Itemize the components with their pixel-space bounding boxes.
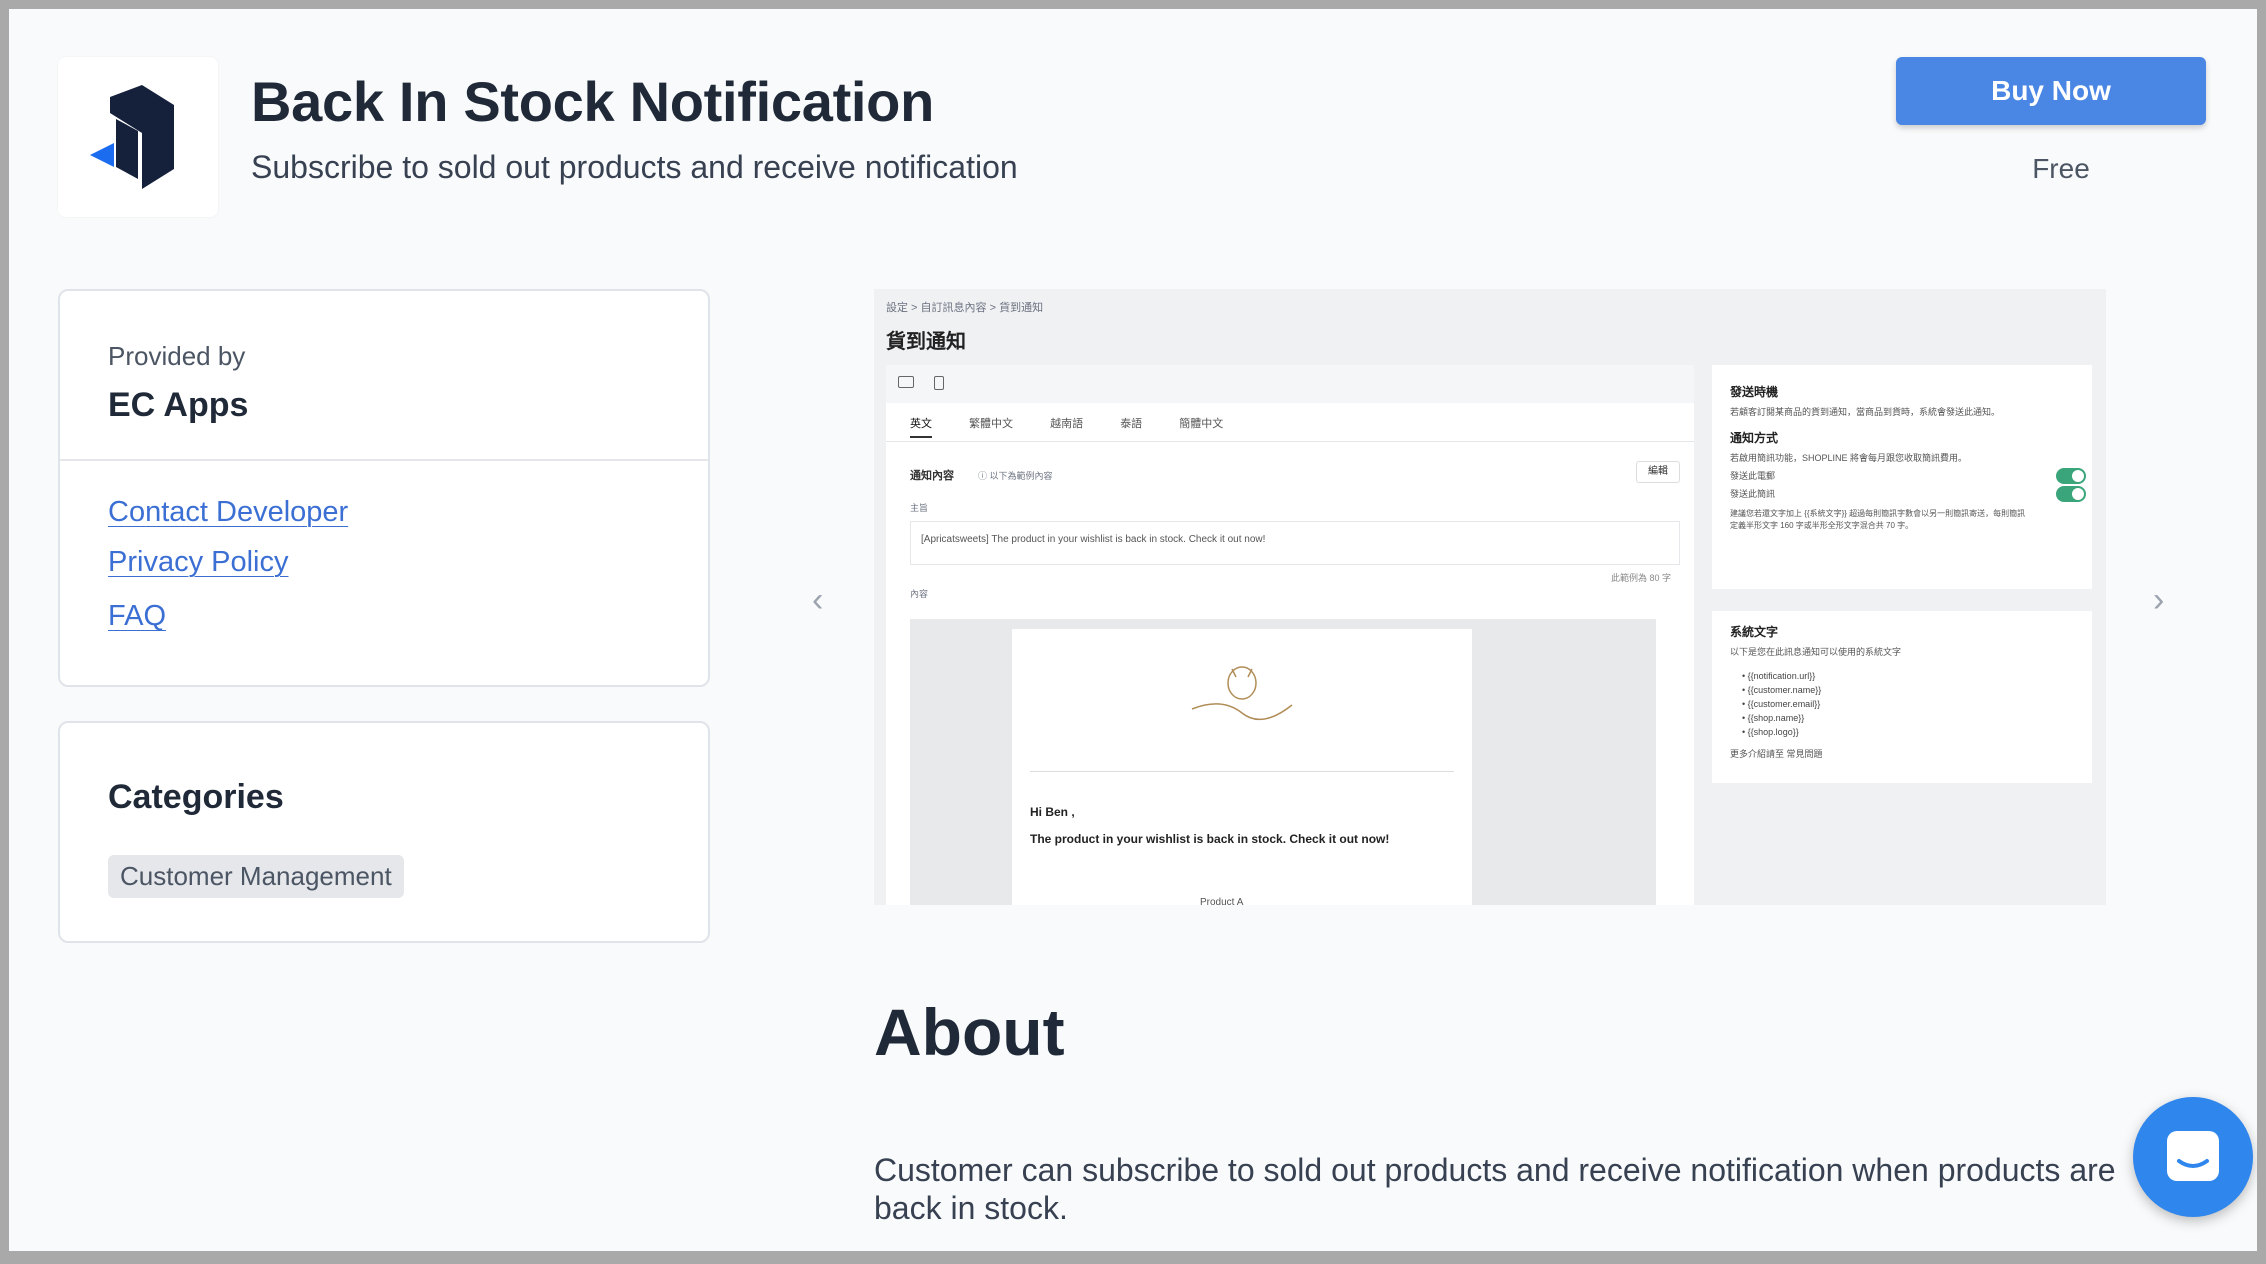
preview-char-count: 此範例為 80 字 <box>1611 573 1672 583</box>
system-text-title: 系統文字 <box>1730 625 1779 639</box>
email-product-name: Product A <box>1200 897 1244 905</box>
sms-toggle <box>2056 486 2086 502</box>
variable-item: {{notification.url}} <box>1742 669 1821 683</box>
preview-subject-box: [Apricatsweets] The product in your wish… <box>910 521 1680 565</box>
categories-card: Categories Customer Management <box>58 721 710 943</box>
mail-icon <box>898 376 914 388</box>
category-tag[interactable]: Customer Management <box>108 855 404 898</box>
app-logo <box>58 57 218 217</box>
email-body-text: The product in your wishlist is back in … <box>1030 832 1390 846</box>
system-text-desc: 以下是您在此訊息通知可以使用的系統文字 <box>1730 647 1902 657</box>
more-info-text: 更多介紹請至 常見問題 <box>1730 749 1823 759</box>
variable-item: {{customer.name}} <box>1742 683 1822 697</box>
lang-tab: 泰語 <box>1120 418 1143 430</box>
preview-breadcrumb: 設定 > 自訂訊息內容 > 貨到通知 <box>886 302 1044 314</box>
about-body: Customer can subscribe to sold out produ… <box>874 1152 2116 1226</box>
contact-developer-link[interactable]: Contact Developer <box>108 496 348 529</box>
app-subtitle: Subscribe to sold out products and recei… <box>251 149 1018 185</box>
app-title: Back In Stock Notification <box>251 70 934 133</box>
lang-tab: 簡體中文 <box>1179 418 1224 430</box>
email-preview-card: Hi Ben , The product in your wishlist is… <box>1012 629 1472 905</box>
preview-channel-tabs <box>886 365 1694 403</box>
preview-body-label: 內容 <box>910 589 929 599</box>
privacy-policy-link[interactable]: Privacy Policy <box>108 546 289 579</box>
preview-variables-panel: 系統文字 以下是您在此訊息通知可以使用的系統文字 {{notification.… <box>1712 611 2092 783</box>
preview-content-label: 通知內容 <box>910 470 954 482</box>
buy-now-button[interactable]: Buy Now <box>1896 57 2206 125</box>
preview-page-title: 貨到通知 <box>886 331 966 353</box>
method-sms-label: 發送此簡訊 <box>1730 489 1776 499</box>
chevron-left-icon[interactable]: ‹ <box>812 581 823 620</box>
faq-link[interactable]: FAQ <box>108 600 166 633</box>
variable-list: {{notification.url}} {{customer.name}} {… <box>1742 669 1822 739</box>
about-title: About <box>874 995 1065 1069</box>
phone-icon <box>934 376 944 390</box>
timing-text: 若顧客訂閱某商品的貨到通知，當商品到貨時，系統會發送此通知。 <box>1730 407 2001 417</box>
card-divider <box>60 459 708 461</box>
timing-title: 發送時機 <box>1730 385 1779 399</box>
app-logo-icon <box>90 85 174 189</box>
sms-note-2: 定義半形文字 160 字或半形全形文字混合共 70 字。 <box>1730 521 1914 530</box>
variable-item: {{shop.name}} <box>1742 711 1821 725</box>
variable-item: {{shop.logo}} <box>1742 725 1821 739</box>
price-label: Free <box>2032 153 2090 184</box>
lang-tab: 英文 <box>910 418 932 438</box>
email-divider <box>1030 771 1454 772</box>
app-detail-page: Back In Stock Notification Subscribe to … <box>9 9 2257 1251</box>
email-toggle <box>2056 468 2086 484</box>
preview-lang-tabs: 英文 繁體中文 越南語 泰語 簡體中文 <box>910 415 1257 438</box>
variable-item: {{customer.email}} <box>1742 697 1821 711</box>
provider-card: Provided by EC Apps Contact Developer Pr… <box>58 289 710 687</box>
preview-subject-label: 主旨 <box>910 503 929 513</box>
chat-bubble-icon <box>2167 1131 2219 1181</box>
categories-title: Categories <box>108 778 284 816</box>
shop-logo-icon <box>1191 666 1293 721</box>
preview-settings-panel: 發送時機 若顧客訂閱某商品的貨到通知，當商品到貨時，系統會發送此通知。 通知方式… <box>1712 365 2092 589</box>
provider-name: EC Apps <box>108 386 249 424</box>
method-email-label: 發送此電郵 <box>1730 471 1776 481</box>
chevron-right-icon[interactable]: › <box>2153 581 2164 620</box>
method-text: 若啟用簡訊功能，SHOPLINE 將會每月跟您收取簡訊費用。 <box>1730 453 1968 463</box>
tab-divider <box>886 441 1694 442</box>
email-greeting: Hi Ben , <box>1030 805 1075 819</box>
screenshot-preview[interactable]: 設定 > 自訂訊息內容 > 貨到通知 貨到通知 英文 繁體中文 越南語 泰語 簡… <box>874 289 2106 905</box>
lang-tab: 繁體中文 <box>969 418 1014 430</box>
provided-by-label: Provided by <box>108 341 246 371</box>
preview-content-hint: ⓘ 以下為範例內容 <box>978 471 1053 481</box>
method-title: 通知方式 <box>1730 431 1779 445</box>
lang-tab: 越南語 <box>1050 418 1084 430</box>
preview-edit-button: 編輯 <box>1636 461 1680 483</box>
chat-launcher-button[interactable] <box>2133 1097 2253 1217</box>
